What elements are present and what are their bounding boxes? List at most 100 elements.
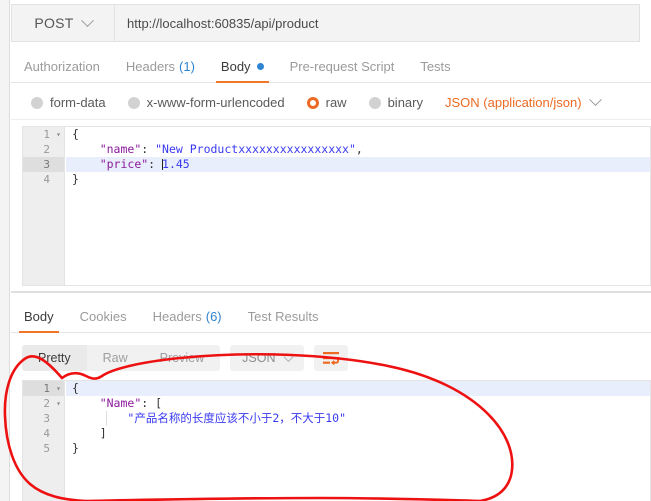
code-text: } <box>72 172 79 186</box>
radio-binary-label: binary <box>387 95 423 110</box>
tab-body[interactable]: Body <box>208 50 277 83</box>
response-tab-cookies-label: Cookies <box>79 308 127 324</box>
line-number-text: 3 <box>43 412 50 425</box>
response-tab-body-label: Body <box>24 308 54 324</box>
http-method-selector[interactable]: POST <box>12 5 115 41</box>
radio-form-data[interactable]: form-data <box>31 95 106 110</box>
radio-icon <box>127 96 140 109</box>
radio-icon <box>368 96 381 109</box>
request-code-area[interactable]: { "name": "New Productxxxxxxxxxxxxxxxx",… <box>66 127 650 285</box>
json-key: "name" <box>99 142 142 156</box>
view-mode-raw-label: Raw <box>102 351 128 365</box>
line-number-text: 4 <box>43 427 50 440</box>
code-line: "产品名称的长度应该不小于2，不大于10" <box>66 411 650 426</box>
body-type-radio-group: form-data x-www-form-urlencoded raw bina… <box>11 86 651 120</box>
json-key: "Name" <box>99 396 142 410</box>
request-body-editor[interactable]: 1 ▾ 2 3 4 { "name": "New Productxxxxxxxx… <box>22 126 651 286</box>
response-tab-body[interactable]: Body <box>11 300 67 333</box>
indent-guide <box>106 411 107 426</box>
line-number-text: 2 <box>43 143 50 156</box>
line-number-text: 3 <box>43 158 50 171</box>
code-punc: : [ <box>141 396 163 410</box>
code-line-active: { <box>66 381 650 396</box>
response-code-area[interactable]: { "Name": [ "产品名称的长度应该不小于2，不大于10" ] } <box>66 381 650 501</box>
request-tab-bar: Authorization Headers (1) Body Pre-reque… <box>11 51 651 83</box>
content-type-label: JSON (application/json) <box>445 95 582 110</box>
content-type-selector[interactable]: JSON (application/json) <box>445 93 602 110</box>
code-text: ] <box>72 426 107 440</box>
response-tab-headers-count: (6) <box>205 308 222 324</box>
http-method-label: POST <box>34 15 74 31</box>
left-rail <box>0 0 10 501</box>
response-toolbar: Pretty Raw Preview JSON <box>22 344 651 372</box>
word-wrap-icon <box>323 352 340 366</box>
fold-arrow-icon[interactable]: ▾ <box>53 127 61 142</box>
response-tab-test-results[interactable]: Test Results <box>235 300 332 332</box>
response-tab-headers-label: Headers <box>152 308 202 324</box>
view-mode-pretty[interactable]: Pretty <box>22 345 87 371</box>
request-url-bar: POST http://localhost:60835/api/product <box>11 4 640 42</box>
tab-body-label: Body <box>220 58 251 74</box>
response-body-editor[interactable]: 1 ▾ 2 ▾ 3 4 5 { "Name": [ "产品名称的长度应该不小于2… <box>22 380 651 501</box>
tab-authorization[interactable]: Authorization <box>11 50 113 82</box>
code-line-active: "price": 1.45 <box>66 157 650 172</box>
response-format-selector[interactable]: JSON <box>230 345 305 371</box>
line-number: 2 ▾ <box>23 396 64 411</box>
request-url-input[interactable]: http://localhost:60835/api/product <box>115 5 639 41</box>
line-number: 4 <box>23 172 64 187</box>
code-line: ] <box>66 426 650 441</box>
line-number-text: 1 <box>43 128 50 141</box>
response-view-mode-group: Pretty Raw Preview <box>22 345 221 371</box>
tab-pre-request-script[interactable]: Pre-request Script <box>277 50 408 82</box>
response-tab-cookies[interactable]: Cookies <box>67 300 140 332</box>
json-key: "price" <box>99 157 149 171</box>
radio-binary[interactable]: binary <box>368 95 423 110</box>
line-number: 4 <box>23 426 64 441</box>
code-punc: , <box>355 142 363 156</box>
fold-arrow-icon[interactable]: ▾ <box>53 396 61 411</box>
request-editor-gutter: 1 ▾ 2 3 4 <box>23 127 65 285</box>
fold-arrow-icon[interactable]: ▾ <box>53 381 61 396</box>
tab-pre-request-script-label: Pre-request Script <box>289 58 395 74</box>
view-mode-preview-label: Preview <box>159 351 205 365</box>
tab-tests[interactable]: Tests <box>407 50 463 82</box>
radio-raw-label: raw <box>325 95 347 110</box>
view-mode-raw[interactable]: Raw <box>87 345 144 371</box>
code-line: "Name": [ <box>66 396 650 411</box>
radio-raw[interactable]: raw <box>306 95 347 110</box>
radio-urlencoded[interactable]: x-www-form-urlencoded <box>127 95 285 110</box>
view-mode-preview[interactable]: Preview <box>144 345 220 371</box>
radio-form-data-label: form-data <box>50 95 106 110</box>
code-punc: : <box>141 142 156 156</box>
radio-selected-icon <box>306 96 319 109</box>
chevron-down-icon <box>80 13 94 27</box>
tab-headers[interactable]: Headers (1) <box>113 50 208 82</box>
line-number-text: 4 <box>43 173 50 186</box>
word-wrap-button[interactable] <box>314 345 349 371</box>
body-modified-dot-icon <box>256 62 264 70</box>
tab-headers-count: (1) <box>179 58 195 74</box>
line-number-text: 2 <box>43 397 50 410</box>
json-string-value: "产品名称的长度应该不小于2，不大于10" <box>127 411 347 425</box>
response-tab-headers[interactable]: Headers (6) <box>140 300 235 332</box>
line-number-active: 1 ▾ <box>23 381 64 396</box>
code-text: { <box>72 127 79 141</box>
line-number-text: 5 <box>43 442 50 455</box>
code-line: } <box>66 441 650 456</box>
response-tab-bar: Body Cookies Headers (6) Test Results <box>11 301 651 333</box>
code-punc: : <box>148 157 163 171</box>
line-number: 2 <box>23 142 64 157</box>
code-line: } <box>66 172 650 187</box>
tab-authorization-label: Authorization <box>24 58 100 74</box>
line-number: 3 <box>23 411 64 426</box>
tab-tests-label: Tests <box>420 58 451 74</box>
postman-window: POST http://localhost:60835/api/product … <box>0 0 651 501</box>
line-number: 5 <box>23 441 64 456</box>
line-number-text: 1 <box>43 382 50 395</box>
code-text: { <box>72 381 79 395</box>
pane-splitter[interactable] <box>11 291 651 293</box>
radio-icon <box>31 96 43 109</box>
response-editor-gutter: 1 ▾ 2 ▾ 3 4 5 <box>23 381 65 501</box>
